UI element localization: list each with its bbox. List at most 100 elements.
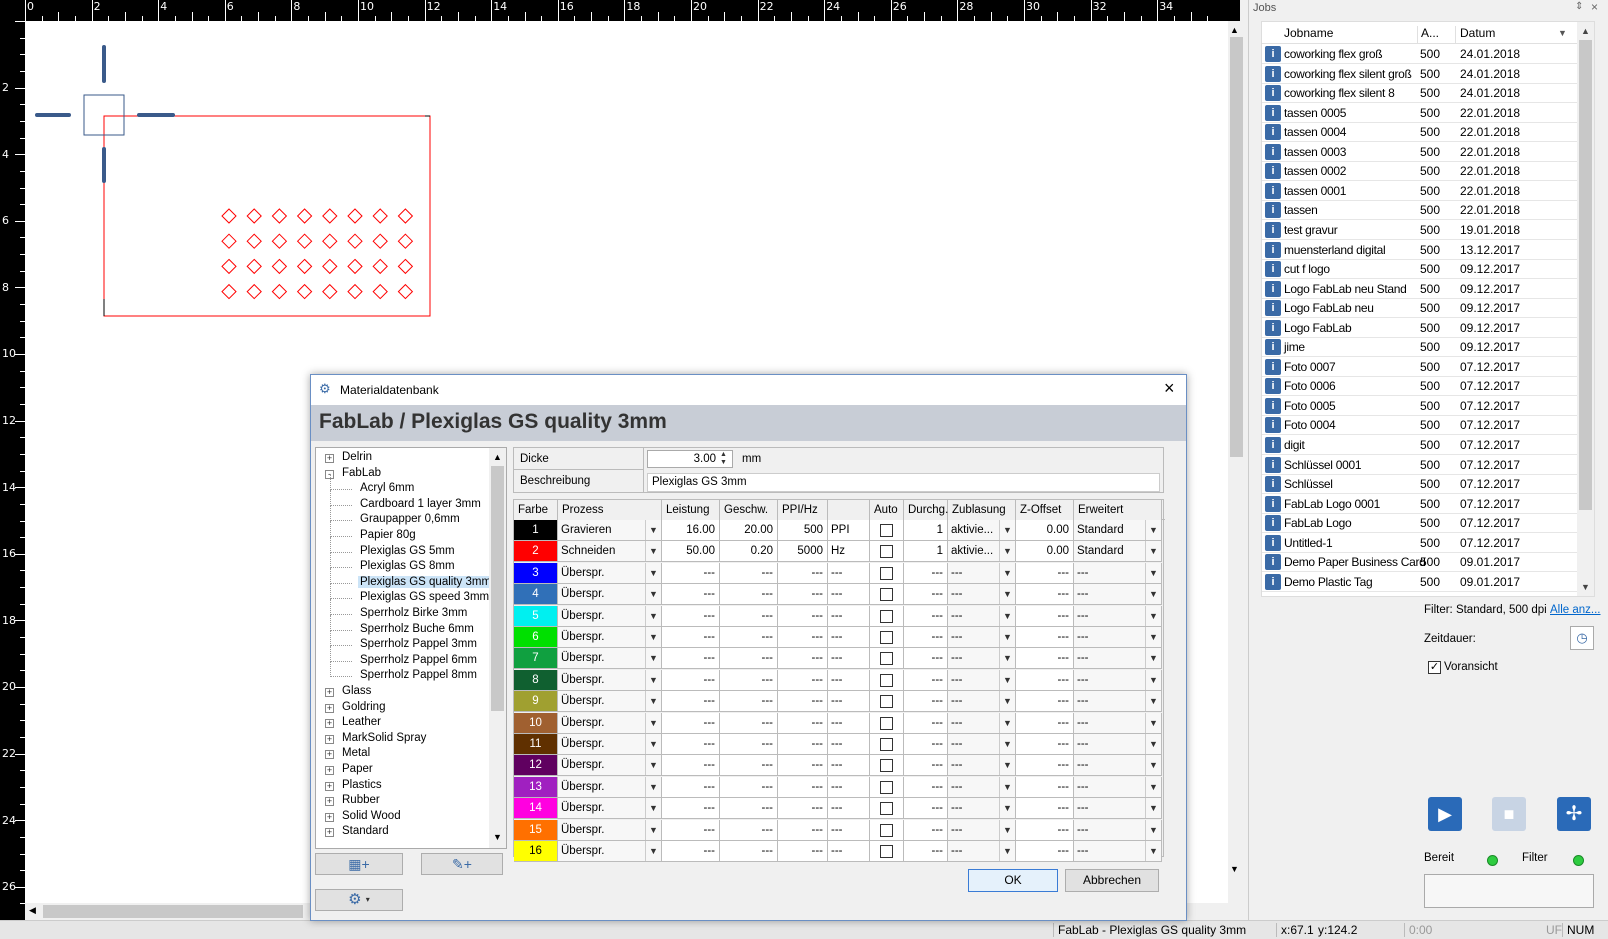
grid-cell-unit[interactable]: Hz	[828, 541, 870, 563]
grid-cell-zoff[interactable]: ---	[1016, 841, 1074, 862]
grid-cell-process[interactable]: Überspr. ▼	[558, 627, 662, 648]
grid-cell-power[interactable]: ---	[662, 669, 720, 691]
job-row[interactable]: i tassen 0003 500 22.01.2018	[1262, 142, 1587, 162]
dropdown-arrow-icon[interactable]: ▼	[645, 712, 661, 733]
grid-cell-passes[interactable]: ---	[904, 712, 948, 734]
tree-expander-icon[interactable]: +	[325, 828, 334, 838]
dropdown-arrow-icon[interactable]: ▼	[645, 776, 661, 797]
tree-item[interactable]: Metal	[340, 747, 372, 759]
grid-cell-ext[interactable]: --- ▼	[1074, 776, 1162, 798]
tree-item[interactable]: Leather	[340, 716, 383, 728]
job-row[interactable]: i digit 500 07.12.2017	[1262, 435, 1587, 455]
preview-checkbox[interactable]: ✓	[1428, 661, 1441, 674]
dropdown-arrow-icon[interactable]: ▼	[999, 648, 1015, 669]
tree-expander-icon[interactable]: +	[325, 812, 334, 822]
auto-checkbox[interactable]	[880, 780, 893, 794]
grid-cell-unit[interactable]: ---	[828, 669, 870, 691]
grid-cell-unit[interactable]: ---	[828, 798, 870, 820]
dropdown-arrow-icon[interactable]: ▼	[999, 520, 1015, 540]
grid-cell-speed[interactable]: ---	[720, 605, 778, 627]
grid-cell-power[interactable]: ---	[662, 627, 720, 648]
grid-cell-passes[interactable]: ---	[904, 669, 948, 691]
tree-item[interactable]: Graupapper 0,6mm	[358, 513, 462, 525]
add-material-button[interactable]: ▦+	[315, 853, 403, 875]
grid-cell-zoff[interactable]: ---	[1016, 755, 1074, 777]
grid-cell-ppi[interactable]: ---	[778, 584, 828, 606]
dropdown-arrow-icon[interactable]: ▼	[999, 605, 1015, 626]
grid-cell-unit[interactable]: ---	[828, 605, 870, 627]
grid-cell-passes[interactable]: ---	[904, 691, 948, 713]
grid-cell-air[interactable]: aktivie... ▼	[948, 520, 1016, 541]
grid-cell-speed[interactable]: ---	[720, 841, 778, 862]
job-row[interactable]: i Schlüssel 0001 500 07.12.2017	[1262, 455, 1587, 475]
job-row[interactable]: i cut f logo 500 09.12.2017	[1262, 259, 1587, 280]
auto-checkbox[interactable]	[880, 802, 893, 816]
material-tree[interactable]: + Delrin - FabLab Acryl 6mm Cardboard 1 layer…	[315, 447, 507, 849]
color-swatch[interactable]: 15	[514, 819, 558, 841]
dropdown-arrow-icon[interactable]: ▼	[1145, 798, 1161, 819]
dropdown-arrow-icon[interactable]: ▼	[1145, 541, 1161, 562]
vertical-scroll-thumb[interactable]	[1230, 37, 1243, 457]
grid-cell-passes[interactable]: ---	[904, 562, 948, 584]
auto-checkbox[interactable]	[880, 588, 893, 602]
dropdown-arrow-icon[interactable]: ▼	[1145, 776, 1161, 797]
dropdown-arrow-icon[interactable]: ▼	[999, 584, 1015, 605]
grid-cell-process[interactable]: Schneiden ▼	[558, 541, 662, 563]
grid-cell-zoff[interactable]: ---	[1016, 691, 1074, 713]
grid-cell-speed[interactable]: ---	[720, 819, 778, 841]
tree-expander-icon[interactable]: +	[325, 454, 334, 463]
auto-checkbox[interactable]	[880, 738, 893, 751]
tree-expander-icon[interactable]: +	[325, 719, 334, 729]
grid-cell-ppi[interactable]: ---	[778, 798, 828, 820]
dropdown-arrow-icon[interactable]: ▼	[645, 605, 661, 626]
grid-cell-ppi[interactable]: 500	[778, 520, 828, 541]
grid-cell-unit[interactable]: ---	[828, 562, 870, 584]
tree-scroll-down-icon[interactable]: ▼	[493, 832, 502, 842]
auto-checkbox[interactable]	[880, 716, 893, 730]
grid-cell-ppi[interactable]: ---	[778, 734, 828, 755]
grid-cell-unit[interactable]: ---	[828, 819, 870, 841]
dropdown-arrow-icon[interactable]: ▼	[999, 734, 1015, 754]
grid-cell-process[interactable]: Überspr. ▼	[558, 755, 662, 777]
grid-cell-air[interactable]: --- ▼	[948, 776, 1016, 798]
grid-cell-power[interactable]: ---	[662, 605, 720, 627]
grid-cell-ext[interactable]: Standard ▼	[1074, 520, 1162, 541]
auto-checkbox[interactable]	[880, 759, 893, 773]
tree-item[interactable]: Paper	[340, 763, 375, 775]
color-swatch[interactable]: 12	[514, 755, 558, 777]
grid-cell-passes[interactable]: ---	[904, 648, 948, 670]
grid-cell-power[interactable]: ---	[662, 712, 720, 734]
dropdown-arrow-icon[interactable]: ▼	[999, 712, 1015, 733]
dropdown-arrow-icon[interactable]: ▼	[1145, 841, 1161, 861]
grid-cell-power[interactable]: ---	[662, 734, 720, 755]
color-swatch[interactable]: 16	[514, 841, 558, 862]
grid-cell-air[interactable]: --- ▼	[948, 648, 1016, 670]
job-row[interactable]: i tassen 0004 500 22.01.2018	[1262, 122, 1587, 143]
job-row[interactable]: i Schlüssel 500 07.12.2017	[1262, 474, 1587, 495]
grid-cell-passes[interactable]: 1	[904, 520, 948, 541]
grid-cell-passes[interactable]: 1	[904, 541, 948, 563]
color-swatch[interactable]: 3	[514, 562, 558, 584]
grid-cell-power[interactable]: ---	[662, 562, 720, 584]
grid-col-header[interactable]: Auto	[870, 500, 904, 520]
grid-cell-speed[interactable]: ---	[720, 776, 778, 798]
tree-scroll-up-icon[interactable]: ▲	[493, 452, 502, 462]
grid-cell-passes[interactable]: ---	[904, 584, 948, 606]
grid-cell-zoff[interactable]: 0.00	[1016, 520, 1074, 541]
tree-item[interactable]: Solid Wood	[340, 810, 403, 822]
grid-cell-speed[interactable]: ---	[720, 734, 778, 755]
grid-cell-speed[interactable]: ---	[720, 712, 778, 734]
grid-cell-passes[interactable]: ---	[904, 605, 948, 627]
grid-cell-ppi[interactable]: 5000	[778, 541, 828, 563]
grid-cell-air[interactable]: --- ▼	[948, 841, 1016, 862]
tree-item[interactable]: Cardboard 1 layer 3mm	[358, 498, 483, 510]
dropdown-arrow-icon[interactable]: ▼	[645, 669, 661, 690]
grid-cell-process[interactable]: Überspr. ▼	[558, 819, 662, 841]
color-swatch[interactable]: 10	[514, 712, 558, 734]
grid-cell-air[interactable]: --- ▼	[948, 755, 1016, 777]
grid-cell-zoff[interactable]: ---	[1016, 734, 1074, 755]
play-button[interactable]: ▶	[1428, 797, 1462, 831]
scroll-down-icon[interactable]: ▼	[1230, 864, 1239, 874]
grid-cell-zoff[interactable]: ---	[1016, 776, 1074, 798]
tree-expander-icon[interactable]: +	[325, 781, 334, 791]
